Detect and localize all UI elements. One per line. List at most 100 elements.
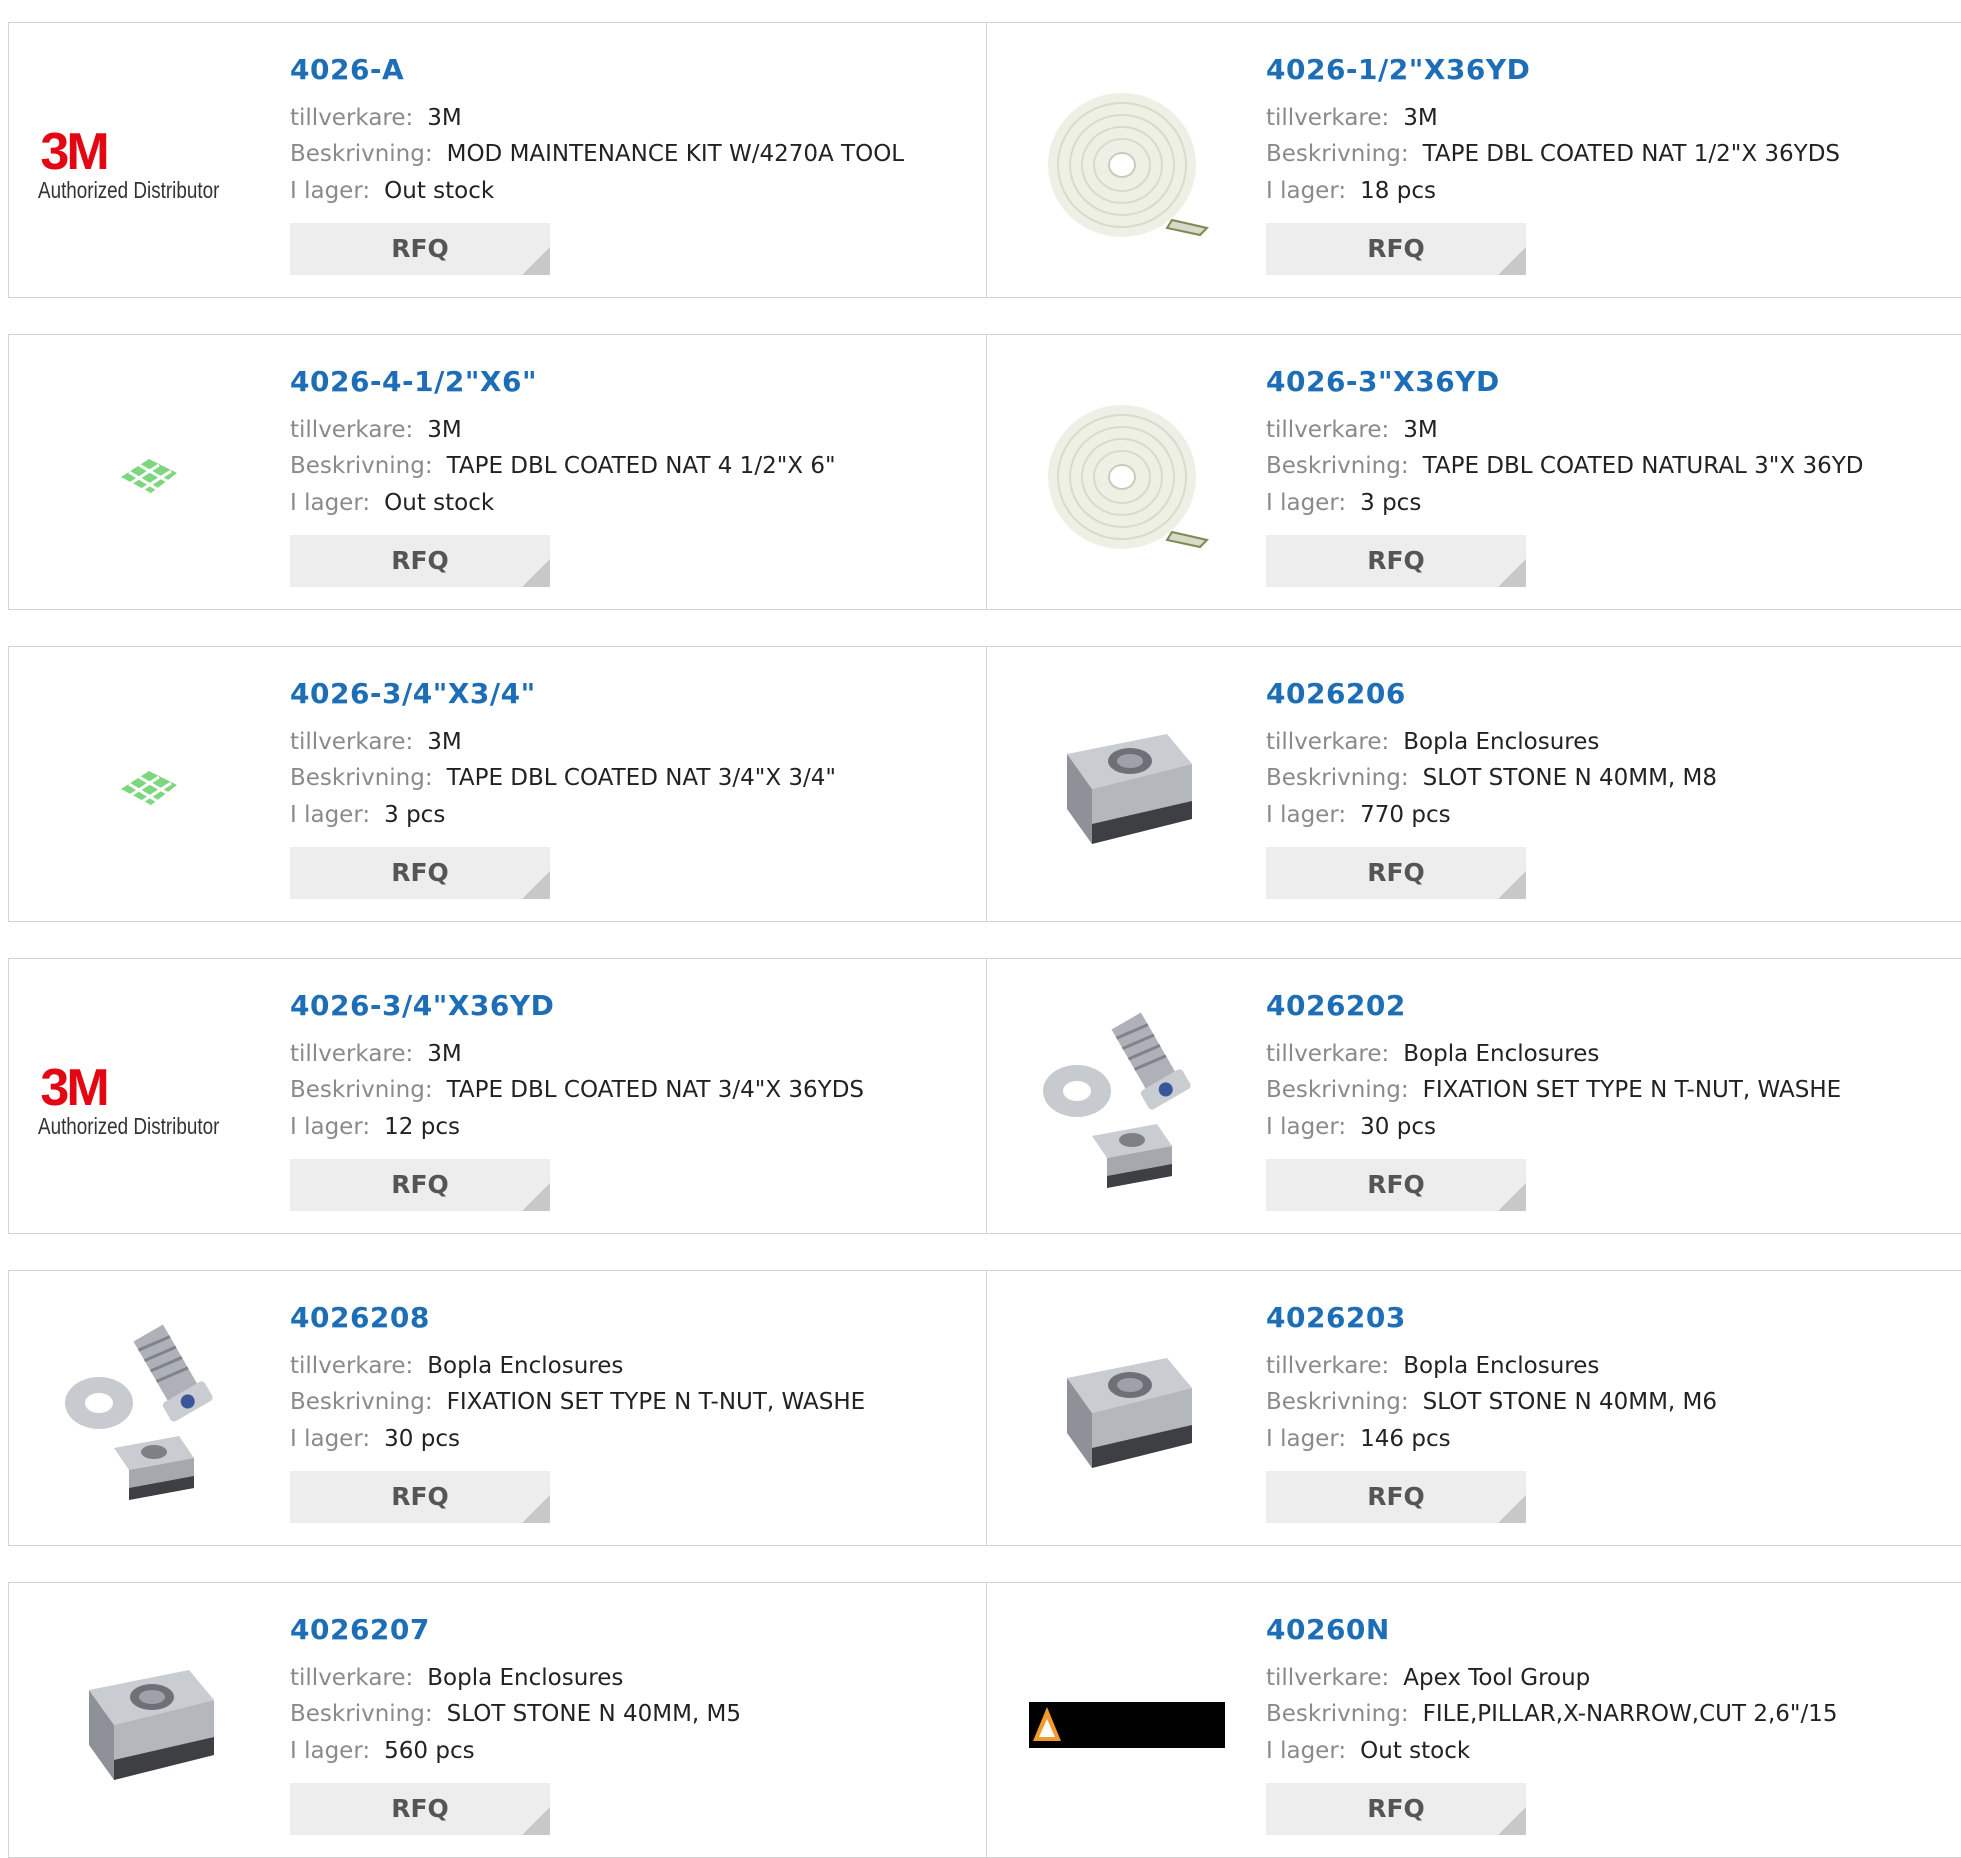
- rfq-label: RFQ: [391, 1170, 449, 1199]
- stock-value: 770 pcs: [1360, 802, 1451, 828]
- part-number-link[interactable]: 4026207: [290, 1613, 430, 1646]
- manufacturer-value[interactable]: 3M: [427, 1041, 461, 1067]
- rfq-button[interactable]: RFQ: [290, 1783, 550, 1835]
- product-thumbnail[interactable]: [49, 689, 249, 889]
- manufacturer-value[interactable]: Bopla Enclosures: [1403, 729, 1599, 755]
- description-label: Beskrivning:: [1266, 453, 1409, 479]
- description-row: Beskrivning: FILE,PILLAR,X-NARROW,CUT 2,6…: [1266, 1701, 1838, 1727]
- stock-label: I lager:: [290, 1738, 371, 1764]
- corner-fold-icon: [522, 1183, 550, 1211]
- part-number-link[interactable]: 4026-3/4"X36YD: [290, 989, 554, 1022]
- manufacturer-value[interactable]: Bopla Enclosures: [1403, 1353, 1599, 1379]
- part-number-link[interactable]: 4026208: [290, 1301, 430, 1334]
- part-number-link[interactable]: 4026-3/4"X3/4": [290, 677, 536, 710]
- manufacturer-value[interactable]: 3M: [427, 729, 461, 755]
- manufacturer-value[interactable]: Bopla Enclosures: [427, 1665, 623, 1691]
- stock-value: 30 pcs: [384, 1426, 460, 1452]
- description-label: Beskrivning:: [1266, 141, 1409, 167]
- product-thumbnail[interactable]: 3M Authorized Distributor: [38, 65, 249, 265]
- rfq-button[interactable]: RFQ: [290, 223, 550, 275]
- product-thumbnail[interactable]: [1027, 65, 1227, 265]
- part-number-link[interactable]: 4026203: [1266, 1301, 1406, 1334]
- stock-row: I lager: Out stock: [290, 178, 494, 204]
- manufacturer-row: tillverkare: 3M: [290, 105, 462, 131]
- product-card: 3M Authorized Distributor 4026-3/4"X36YD…: [9, 959, 987, 1233]
- rfq-label: RFQ: [1367, 1482, 1425, 1511]
- part-number-link[interactable]: 4026202: [1266, 989, 1406, 1022]
- product-card: 4026202 tillverkare: Bopla Enclosures Bes…: [987, 959, 1961, 1233]
- product-thumbnail[interactable]: 3M Authorized Distributor: [38, 1001, 249, 1201]
- manufacturer-value[interactable]: 3M: [427, 417, 461, 443]
- product-thumbnail[interactable]: [1027, 1001, 1227, 1201]
- product-card: 4026-3/4"X3/4" tillverkare: 3M Beskrivnin…: [9, 647, 987, 921]
- rfq-button[interactable]: RFQ: [1266, 535, 1526, 587]
- product-thumbnail[interactable]: [49, 377, 249, 577]
- part-number-link[interactable]: 4026-3"X36YD: [1266, 365, 1500, 398]
- corner-fold-icon: [522, 871, 550, 899]
- description-value: SLOT STONE N 40MM, M5: [446, 1701, 742, 1727]
- manufacturer-value[interactable]: Bopla Enclosures: [1403, 1041, 1599, 1067]
- stock-value: 18 pcs: [1360, 178, 1436, 204]
- rfq-button[interactable]: RFQ: [1266, 1159, 1526, 1211]
- part-number-link[interactable]: 4026-4-1/2"X6": [290, 365, 537, 398]
- stock-row: I lager: 30 pcs: [290, 1426, 460, 1452]
- part-number-link[interactable]: 4026-1/2"X36YD: [1266, 53, 1530, 86]
- description-row: Beskrivning: TAPE DBL COATED NATURAL 3"X …: [1266, 453, 1863, 479]
- stock-label: I lager:: [1266, 1738, 1347, 1764]
- stock-label: I lager:: [290, 1426, 371, 1452]
- apex-logo-icon: [1029, 1702, 1225, 1748]
- description-value: FIXATION SET TYPE N T-NUT, WASHE: [446, 1389, 866, 1415]
- description-label: Beskrivning:: [1266, 1077, 1409, 1103]
- rfq-button[interactable]: RFQ: [1266, 847, 1526, 899]
- slot-stone-icon: [1067, 734, 1192, 844]
- stock-label: I lager:: [1266, 802, 1347, 828]
- rfq-button[interactable]: RFQ: [1266, 1471, 1526, 1523]
- manufacturer-row: tillverkare: 3M: [1266, 105, 1438, 131]
- manufacturer-value[interactable]: 3M: [427, 105, 461, 131]
- manufacturer-label: tillverkare:: [290, 1041, 414, 1067]
- product-row: 3M Authorized Distributor 4026-A tillver…: [8, 22, 1961, 298]
- manufacturer-label: tillverkare:: [1266, 1041, 1390, 1067]
- manufacturer-label: tillverkare:: [1266, 417, 1390, 443]
- rfq-label: RFQ: [1367, 234, 1425, 263]
- rfq-button[interactable]: RFQ: [290, 535, 550, 587]
- product-row: 4026-3/4"X3/4" tillverkare: 3M Beskrivnin…: [8, 646, 1961, 922]
- product-card: 4026207 tillverkare: Bopla Enclosures Bes…: [9, 1583, 987, 1857]
- rfq-button[interactable]: RFQ: [290, 1471, 550, 1523]
- 3m-logo-icon: 3M Authorized Distributor: [38, 1058, 220, 1139]
- manufacturer-row: tillverkare: Bopla Enclosures: [290, 1665, 623, 1691]
- rfq-label: RFQ: [1367, 858, 1425, 887]
- description-row: Beskrivning: MOD MAINTENANCE KIT W/4270A …: [290, 141, 904, 167]
- rfq-label: RFQ: [1367, 1794, 1425, 1823]
- description-row: Beskrivning: SLOT STONE N 40MM, M8: [1266, 765, 1717, 791]
- manufacturer-value[interactable]: Apex Tool Group: [1403, 1665, 1590, 1691]
- rfq-button[interactable]: RFQ: [1266, 1783, 1526, 1835]
- product-thumbnail[interactable]: [1027, 377, 1227, 577]
- description-label: Beskrivning:: [290, 1077, 433, 1103]
- product-thumbnail[interactable]: [49, 1625, 249, 1825]
- rfq-label: RFQ: [391, 1482, 449, 1511]
- rfq-button[interactable]: RFQ: [1266, 223, 1526, 275]
- manufacturer-label: tillverkare:: [1266, 105, 1390, 131]
- slot-stone-icon: [1067, 1358, 1192, 1468]
- product-thumbnail[interactable]: [1027, 1313, 1227, 1513]
- part-number-link[interactable]: 40260N: [1266, 1613, 1390, 1646]
- part-number-link[interactable]: 4026206: [1266, 677, 1406, 710]
- product-thumbnail[interactable]: [1027, 1625, 1227, 1825]
- part-number-link[interactable]: 4026-A: [290, 53, 404, 86]
- manufacturer-label: tillverkare:: [1266, 1665, 1390, 1691]
- manufacturer-value[interactable]: Bopla Enclosures: [427, 1353, 623, 1379]
- stock-value: 560 pcs: [384, 1738, 475, 1764]
- product-thumbnail[interactable]: [1027, 689, 1227, 889]
- stock-label: I lager:: [290, 802, 371, 828]
- rfq-button[interactable]: RFQ: [290, 1159, 550, 1211]
- product-card: 4026203 tillverkare: Bopla Enclosures Bes…: [987, 1271, 1961, 1545]
- manufacturer-value[interactable]: 3M: [1403, 417, 1437, 443]
- product-thumbnail[interactable]: [49, 1313, 249, 1513]
- rfq-label: RFQ: [391, 858, 449, 887]
- fixation-set-icon: [1043, 1012, 1191, 1188]
- manufacturer-row: tillverkare: 3M: [290, 729, 462, 755]
- description-label: Beskrivning:: [1266, 1701, 1409, 1727]
- manufacturer-value[interactable]: 3M: [1403, 105, 1437, 131]
- rfq-button[interactable]: RFQ: [290, 847, 550, 899]
